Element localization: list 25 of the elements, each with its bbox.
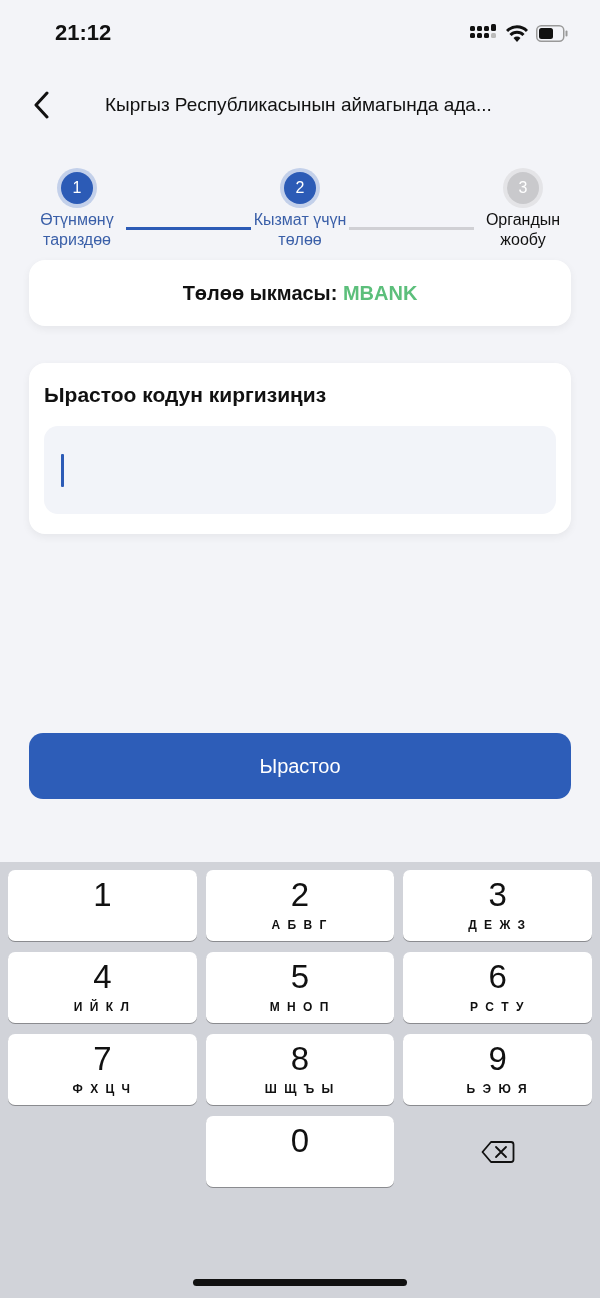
keypad-key[interactable]: 5 М Н О П [205, 952, 395, 1023]
wifi-icon [506, 24, 528, 42]
keypad-key[interactable]: 0 [205, 1116, 395, 1187]
back-icon[interactable] [33, 91, 49, 119]
status-time: 21:12 [55, 20, 112, 46]
keypad-key[interactable]: 6 Р С Т У [403, 952, 592, 1023]
keypad-key[interactable]: 1 [8, 870, 197, 941]
step-label: Органдын жообу [484, 210, 562, 250]
payment-method-text: Төлөө ыкмасы: MBANK [182, 281, 418, 305]
input-field[interactable] [44, 426, 556, 514]
battery-icon [536, 24, 568, 42]
step-label: Кызмат үчүн төлөө [252, 210, 348, 250]
keypad-key[interactable]: 8 Ш Щ Ъ Ы [205, 1034, 395, 1105]
delete-icon[interactable] [480, 1139, 515, 1164]
step-number: 1 [61, 172, 93, 204]
keypad-key[interactable]: 7 Ф Х Ц Ч [8, 1034, 197, 1105]
keypad-key[interactable]: 4 И Й К Л [8, 952, 197, 1023]
step-number: 2 [284, 172, 316, 204]
code-label: Ырастоо кодун киргизиңиз [44, 383, 328, 407]
keypad-key[interactable]: 9 Ь Э Ю Я [403, 1034, 592, 1105]
keypad-key[interactable]: 2 А Б В Г [205, 870, 395, 941]
page-title: Кыргыз Республикасынын аймагында ада... [105, 94, 492, 116]
step-label: Өтүнмөнү тариздөө [39, 210, 115, 250]
keypad-key[interactable]: 3 Д Е Ж З [403, 870, 592, 941]
confirm-button[interactable]: Ырастоо [29, 733, 571, 799]
